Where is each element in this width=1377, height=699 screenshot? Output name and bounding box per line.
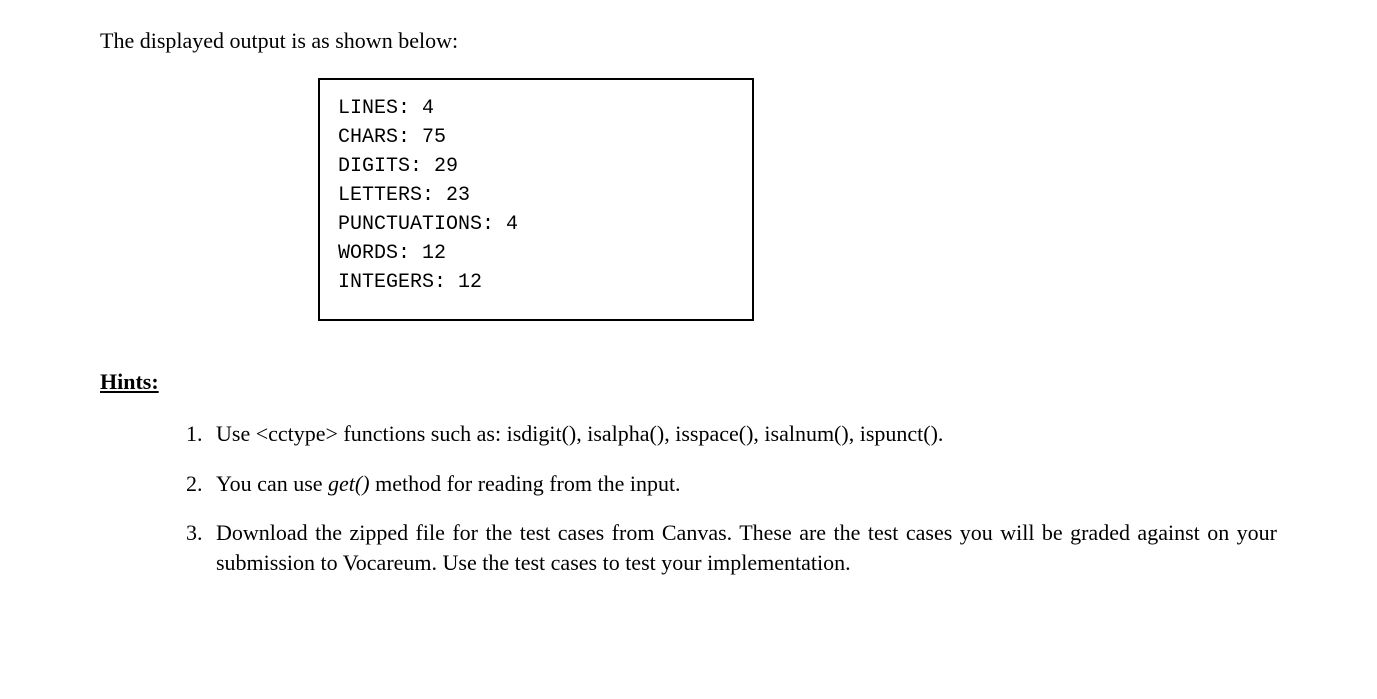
hint-item-2: You can use get() method for reading fro… xyxy=(208,469,1277,499)
hint-item-2-italic: get() xyxy=(328,471,370,496)
output-box: LINES: 4 CHARS: 75 DIGITS: 29 LETTERS: 2… xyxy=(318,78,754,321)
intro-text: The displayed output is as shown below: xyxy=(100,28,1277,54)
output-line: LETTERS: 23 xyxy=(338,181,734,210)
hints-heading: Hints: xyxy=(100,369,1277,395)
output-line: INTEGERS: 12 xyxy=(338,268,734,297)
hints-list: Use <cctype> functions such as: isdigit(… xyxy=(100,419,1277,578)
hint-item-2-pre: You can use xyxy=(216,471,328,496)
output-line: LINES: 4 xyxy=(338,94,734,123)
output-line: PUNCTUATIONS: 4 xyxy=(338,210,734,239)
output-line: CHARS: 75 xyxy=(338,123,734,152)
hint-item-1: Use <cctype> functions such as: isdigit(… xyxy=(208,419,1277,449)
hint-item-3: Download the zipped file for the test ca… xyxy=(208,518,1277,577)
hint-item-2-post: method for reading from the input. xyxy=(370,471,681,496)
output-line: WORDS: 12 xyxy=(338,239,734,268)
output-line: DIGITS: 29 xyxy=(338,152,734,181)
